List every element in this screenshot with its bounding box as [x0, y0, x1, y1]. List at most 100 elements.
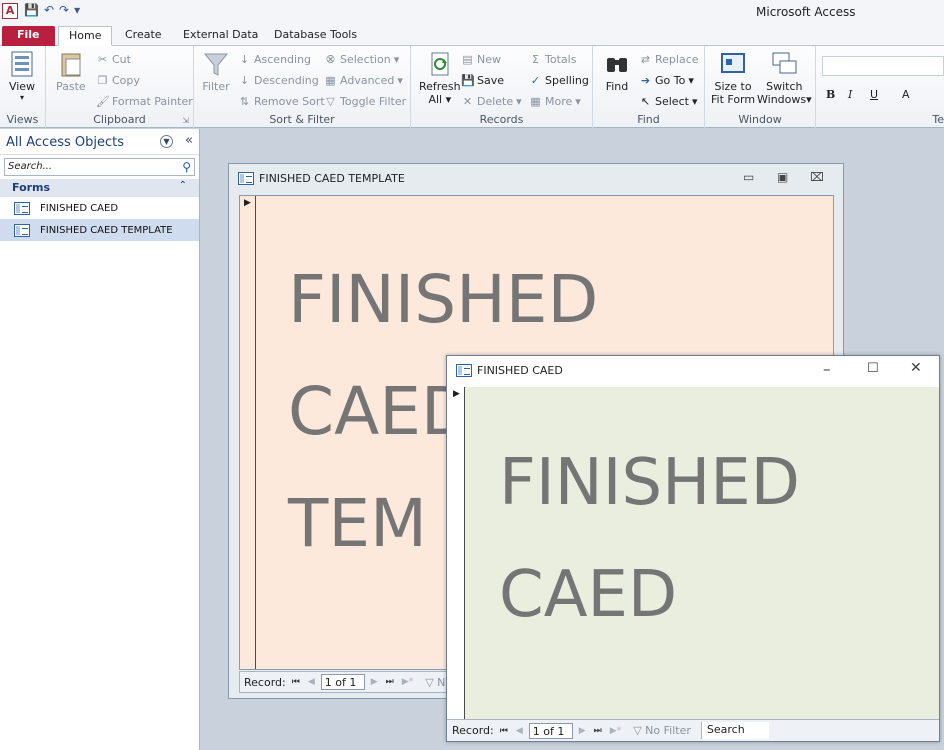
close-icon[interactable]: ⌧: [810, 170, 824, 184]
record-label: Record:: [452, 724, 494, 737]
size-to-fit-icon: [719, 50, 747, 78]
view-button[interactable]: View ▾: [8, 50, 36, 102]
caed-form-body[interactable]: ▶ FINISHED CAED: [447, 387, 939, 719]
advanced-label: Advanced: [340, 74, 395, 87]
new-record-icon[interactable]: ▶*: [400, 677, 415, 687]
italic-button[interactable]: I: [848, 88, 852, 101]
view-label: View: [8, 80, 36, 93]
forms-section-header[interactable]: Forms ⌃: [0, 179, 199, 197]
replace-button[interactable]: ⇄ Replace: [639, 53, 699, 66]
filter-status[interactable]: ▽ No Filter: [633, 724, 691, 737]
ascending-button[interactable]: ↓ Ascending: [238, 53, 311, 66]
ribbon-tabs: File Home Create External Data Database …: [0, 24, 944, 46]
cut-icon: ✂: [97, 53, 108, 66]
goto-button[interactable]: ➔ Go To ▾: [639, 74, 694, 87]
nav-item-finished-caed-template[interactable]: FINISHED CAED TEMPLATE: [0, 219, 199, 241]
next-record-icon[interactable]: ▶: [577, 726, 588, 736]
maximize-icon[interactable]: ☐: [867, 361, 879, 376]
minimize-icon[interactable]: ▭: [743, 170, 754, 184]
spelling-button[interactable]: ✓ Spelling: [529, 74, 589, 87]
underline-button[interactable]: U: [870, 88, 878, 101]
delete-record-button[interactable]: ✕ Delete ▾: [461, 95, 522, 108]
binoculars-icon: [603, 50, 631, 78]
undo-icon[interactable]: ↶: [44, 3, 54, 17]
minimize-icon[interactable]: –: [823, 360, 831, 378]
collapse-pane-icon[interactable]: «: [185, 133, 193, 148]
switch-windows-button[interactable]: Switch Windows▾: [757, 50, 812, 106]
switch-label: Switch: [766, 80, 803, 93]
font-name-combobox[interactable]: [822, 56, 944, 76]
tab-home[interactable]: Home: [58, 26, 113, 46]
bold-button[interactable]: B: [826, 88, 835, 101]
tab-create[interactable]: Create: [115, 26, 172, 46]
ribbon: View ▾ Views Paste ✂ Cut ❐ Copy 🖌 Format Pa…: [0, 46, 944, 128]
filter-status[interactable]: ▽ N: [425, 676, 445, 689]
descending-button[interactable]: ↓ Descending: [238, 74, 319, 87]
last-record-icon[interactable]: ⏭: [384, 677, 396, 687]
totals-button[interactable]: Σ Totals: [529, 53, 576, 66]
redo-icon[interactable]: ↷: [59, 3, 69, 17]
dialog-launcher-icon[interactable]: ⇲: [182, 116, 189, 125]
new-record-button[interactable]: ▤ New: [461, 53, 501, 66]
refresh-all-button[interactable]: Refresh All ▾: [419, 50, 461, 106]
find-button[interactable]: Find: [603, 50, 631, 93]
form-icon: [14, 201, 30, 215]
more-button[interactable]: ▦ More ▾: [529, 95, 581, 108]
size-to-fit-button[interactable]: Size to Fit Form: [711, 50, 755, 106]
first-record-icon[interactable]: ⏮: [290, 677, 302, 687]
chevron-down-icon: ▾: [19, 93, 24, 102]
save-record-button[interactable]: 💾 Save: [461, 74, 504, 87]
tab-external-data[interactable]: External Data: [173, 26, 268, 46]
nav-item-finished-caed[interactable]: FINISHED CAED: [0, 197, 199, 219]
format-painter-button[interactable]: 🖌 Format Painter: [96, 95, 193, 108]
form-icon: [14, 223, 30, 237]
nav-pane-title: All Access Objects: [6, 135, 124, 150]
last-record-icon[interactable]: ⏭: [592, 726, 604, 736]
remove-sort-button[interactable]: ⇅ Remove Sort: [238, 95, 325, 108]
first-record-icon[interactable]: ⏮: [498, 726, 510, 736]
filter-button[interactable]: Filter: [202, 50, 230, 93]
caed-record-navigator: Record: ⏮ ◀ 1 of 1 ▶ ⏭ ▶* ▽ No Filter Se…: [447, 719, 939, 741]
restore-icon[interactable]: ▣: [777, 170, 788, 184]
previous-record-icon[interactable]: ◀: [306, 677, 317, 687]
nav-pane-header[interactable]: All Access Objects ▼ «: [0, 129, 199, 155]
record-selector[interactable]: ▶: [240, 196, 256, 669]
tab-database-tools[interactable]: Database Tools: [264, 26, 367, 46]
format-painter-label: Format Painter: [112, 95, 193, 108]
close-icon[interactable]: ✕: [910, 360, 922, 376]
previous-record-icon[interactable]: ◀: [514, 726, 525, 736]
advanced-button[interactable]: ▦ Advanced ▾: [324, 74, 403, 87]
search-icon[interactable]: ⚲: [182, 160, 191, 174]
sigma-icon: Σ: [532, 53, 539, 66]
customize-toolbar-icon[interactable]: ▾: [74, 3, 80, 17]
paste-button[interactable]: Paste: [56, 50, 86, 93]
filter-label: Filter: [202, 80, 230, 93]
caed-window-title: FINISHED CAED: [477, 363, 563, 377]
selection-button[interactable]: ⮿ Selection ▾: [324, 53, 399, 66]
access-app-icon[interactable]: A: [2, 3, 18, 19]
find-label: Find: [605, 80, 629, 93]
template-line-1: FINISHED: [288, 261, 599, 338]
text-formatting-group-label: Te: [932, 113, 944, 126]
toggle-filter-button[interactable]: ▽ Toggle Filter: [324, 95, 406, 108]
spelling-label: Spelling: [545, 74, 589, 87]
record-position-input[interactable]: 1 of 1: [320, 674, 365, 690]
record-label: Record:: [244, 675, 286, 689]
chevron-down-icon: ▾: [397, 74, 403, 87]
nav-search-input[interactable]: Search... ⚲: [4, 158, 195, 176]
next-record-icon[interactable]: ▶: [369, 677, 380, 687]
caed-title-bar[interactable]: FINISHED CAED: [447, 356, 939, 384]
record-selector[interactable]: ▶: [447, 387, 465, 719]
cut-button[interactable]: ✂ Cut: [96, 53, 131, 66]
chevron-down-icon[interactable]: ▼: [160, 135, 173, 148]
font-color-button[interactable]: A: [902, 88, 910, 101]
save-icon[interactable]: 💾: [24, 3, 39, 17]
copy-button[interactable]: ❐ Copy: [96, 74, 140, 87]
goto-label: Go To: [655, 74, 686, 87]
tab-file[interactable]: File: [2, 26, 55, 46]
record-position-input[interactable]: 1 of 1: [528, 722, 573, 739]
new-record-icon[interactable]: ▶*: [608, 726, 623, 736]
chevron-down-icon: ▾: [575, 95, 581, 108]
record-search-input[interactable]: Search: [700, 722, 769, 739]
select-button[interactable]: ↖ Select ▾: [639, 95, 698, 108]
